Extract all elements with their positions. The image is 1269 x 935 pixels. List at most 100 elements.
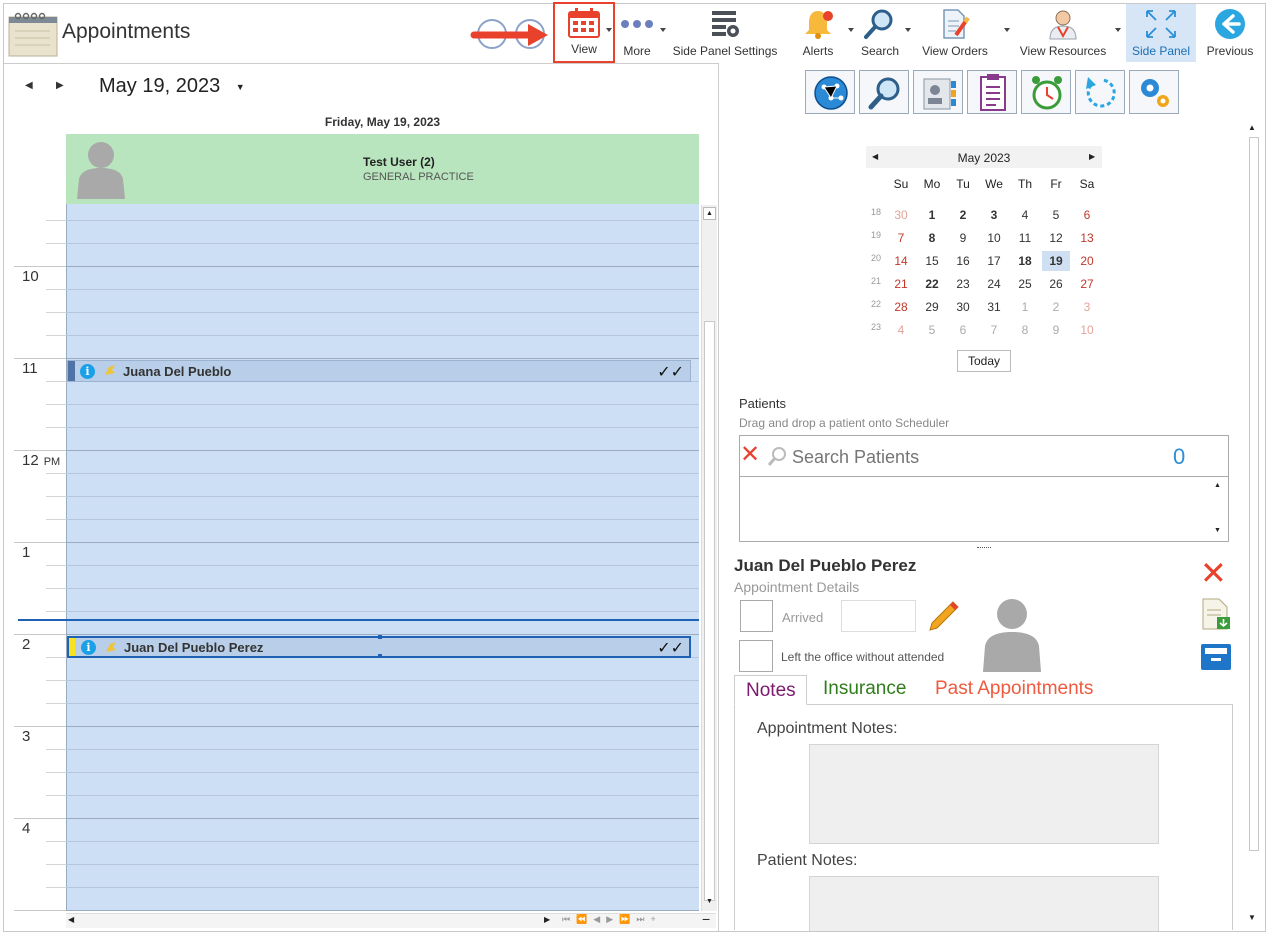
calendar-next-icon[interactable]: ▶ — [1089, 152, 1095, 161]
alerts-dropdown-icon[interactable] — [848, 28, 854, 32]
calendar-day[interactable]: 11 — [1011, 228, 1039, 248]
more-dropdown-icon[interactable] — [660, 28, 666, 32]
side-panel-vscrollbar[interactable]: ▲ ▼ — [1246, 123, 1262, 929]
splitter-grip[interactable] — [977, 547, 991, 549]
scroll-up-icon[interactable]: ▲ — [1248, 123, 1256, 132]
scheduler-grid[interactable] — [66, 204, 699, 911]
info-icon[interactable]: i — [80, 364, 95, 379]
search-patients-input[interactable] — [792, 444, 1152, 470]
calendar-day[interactable]: 23 — [949, 274, 977, 294]
view-resources-button[interactable]: View Resources — [1018, 4, 1108, 62]
calendar-day[interactable]: 5 — [1042, 205, 1070, 225]
appointment-juana-del-pueblo[interactable]: i Juana Del Pueblo ✓✓ — [67, 360, 691, 382]
arrived-checkbox[interactable] — [740, 600, 773, 632]
contact-card-button[interactable] — [913, 70, 963, 114]
patient-results-list[interactable]: ▲ ▼ — [739, 477, 1229, 542]
resize-handle-bottom[interactable] — [378, 654, 382, 658]
calendar-day[interactable]: 17 — [980, 251, 1008, 271]
scroll-down-icon[interactable]: ▼ — [1248, 913, 1256, 922]
calendar-day[interactable]: 10 — [1073, 320, 1101, 340]
calendar-day[interactable]: 2 — [1042, 297, 1070, 317]
calendar-day[interactable]: 29 — [918, 297, 946, 317]
download-document-icon[interactable] — [1201, 598, 1231, 635]
calendar-day[interactable]: 31 — [980, 297, 1008, 317]
calendar-day[interactable]: 10 — [980, 228, 1008, 248]
calendar-day[interactable]: 30 — [887, 205, 915, 225]
calendar-day[interactable]: 1 — [918, 205, 946, 225]
prev-day-icon[interactable]: ◀ — [25, 80, 33, 91]
tab-insurance[interactable]: Insurance — [823, 678, 906, 700]
scheduler-vscrollbar[interactable]: ▲ ▼ — [701, 205, 717, 911]
side-panel-settings-button[interactable]: Side Panel Settings — [671, 4, 779, 62]
resize-handle-top[interactable] — [378, 635, 382, 639]
clear-search-icon[interactable]: ✕ — [740, 443, 760, 467]
scroll-down-icon[interactable]: ▼ — [1214, 527, 1221, 534]
arrived-time-field[interactable] — [841, 600, 916, 632]
calendar-day[interactable]: 4 — [887, 320, 915, 340]
globe-network-button[interactable] — [805, 70, 855, 114]
calendar-day[interactable]: 26 — [1042, 274, 1070, 294]
calendar-day[interactable]: 3 — [980, 205, 1008, 225]
previous-button[interactable]: Previous — [1203, 4, 1257, 62]
scheduler-hscrollbar[interactable]: ◀ ▶ ⏮⏪◀▶⏩⏭+ − — [66, 911, 716, 928]
side-panel-button[interactable]: Side Panel — [1126, 4, 1196, 62]
magnifier-button[interactable] — [859, 70, 909, 114]
search-dropdown-icon[interactable] — [905, 28, 911, 32]
view-dropdown-icon[interactable] — [606, 28, 612, 32]
scroll-left-icon[interactable]: ◀ — [68, 915, 74, 924]
zoom-out-icon[interactable]: − — [702, 911, 710, 927]
delete-appointment-icon[interactable]: ✕ — [1200, 557, 1227, 589]
calendar-day[interactable]: 13 — [1073, 228, 1101, 248]
search-button[interactable]: Search — [858, 4, 902, 62]
calendar-day[interactable]: 25 — [1011, 274, 1039, 294]
left-office-checkbox[interactable] — [739, 640, 773, 672]
patient-search-box[interactable]: ✕ 0 — [739, 435, 1229, 477]
tab-notes[interactable]: Notes — [734, 675, 807, 705]
view-orders-button[interactable]: View Orders — [918, 4, 992, 62]
calendar-day[interactable]: 9 — [949, 228, 977, 248]
patient-notes-field[interactable] — [809, 876, 1159, 931]
tab-past-appointments[interactable]: Past Appointments — [935, 678, 1093, 700]
calendar-day[interactable]: 2 — [949, 205, 977, 225]
calendar-day[interactable]: 30 — [949, 297, 977, 317]
view-orders-dropdown-icon[interactable] — [1004, 28, 1010, 32]
calendar-day[interactable]: 16 — [949, 251, 977, 271]
clipboard-list-button[interactable] — [967, 70, 1017, 114]
calendar-day[interactable]: 12 — [1042, 228, 1070, 248]
calendar-day[interactable]: 9 — [1042, 320, 1070, 340]
calendar-day[interactable]: 27 — [1073, 274, 1101, 294]
calendar-day[interactable]: 3 — [1073, 297, 1101, 317]
calendar-day[interactable]: 28 — [887, 297, 915, 317]
calendar-day[interactable]: 15 — [918, 251, 946, 271]
calendar-day[interactable]: 14 — [887, 251, 915, 271]
calendar-day-selected[interactable]: 19 — [1042, 251, 1070, 271]
calendar-day[interactable]: 24 — [980, 274, 1008, 294]
appointment-juan-del-pueblo-perez[interactable]: i Juan Del Pueblo Perez ✓✓ — [67, 635, 691, 658]
calendar-day[interactable]: 7 — [980, 320, 1008, 340]
next-day-icon[interactable]: ▶ — [56, 80, 64, 91]
archive-tray-icon[interactable] — [1200, 641, 1232, 676]
calendar-day[interactable]: 6 — [1073, 205, 1101, 225]
calendar-day[interactable]: 1 — [1011, 297, 1039, 317]
scroll-thumb[interactable] — [704, 321, 715, 901]
calendar-day[interactable]: 4 — [1011, 205, 1039, 225]
today-button[interactable]: Today — [957, 350, 1011, 372]
view-button[interactable]: View — [553, 2, 615, 63]
refresh-button[interactable] — [1075, 70, 1125, 114]
appointment-notes-field[interactable] — [809, 744, 1159, 844]
scroll-down-icon[interactable]: ▼ — [703, 896, 716, 909]
pencil-edit-icon[interactable] — [925, 598, 961, 639]
calendar-day[interactable]: 20 — [1073, 251, 1101, 271]
calendar-day[interactable]: 22 — [918, 274, 946, 294]
mini-calendar[interactable]: ◀ May 2023 ▶ Su Mo Tu We Th Fr Sa 18 30 1 2 3 4 5 6 19… — [866, 146, 1102, 346]
calendar-day[interactable]: 5 — [918, 320, 946, 340]
date-picker[interactable]: May 19, 2023 ▼ — [99, 75, 245, 98]
calendar-day[interactable]: 8 — [918, 228, 946, 248]
calendar-day[interactable]: 6 — [949, 320, 977, 340]
info-icon[interactable]: i — [81, 640, 96, 655]
view-resources-dropdown-icon[interactable] — [1115, 28, 1121, 32]
scroll-up-icon[interactable]: ▲ — [1214, 482, 1221, 489]
alarm-clock-button[interactable] — [1021, 70, 1071, 114]
calendar-day[interactable]: 8 — [1011, 320, 1039, 340]
settings-button[interactable] — [1129, 70, 1179, 114]
